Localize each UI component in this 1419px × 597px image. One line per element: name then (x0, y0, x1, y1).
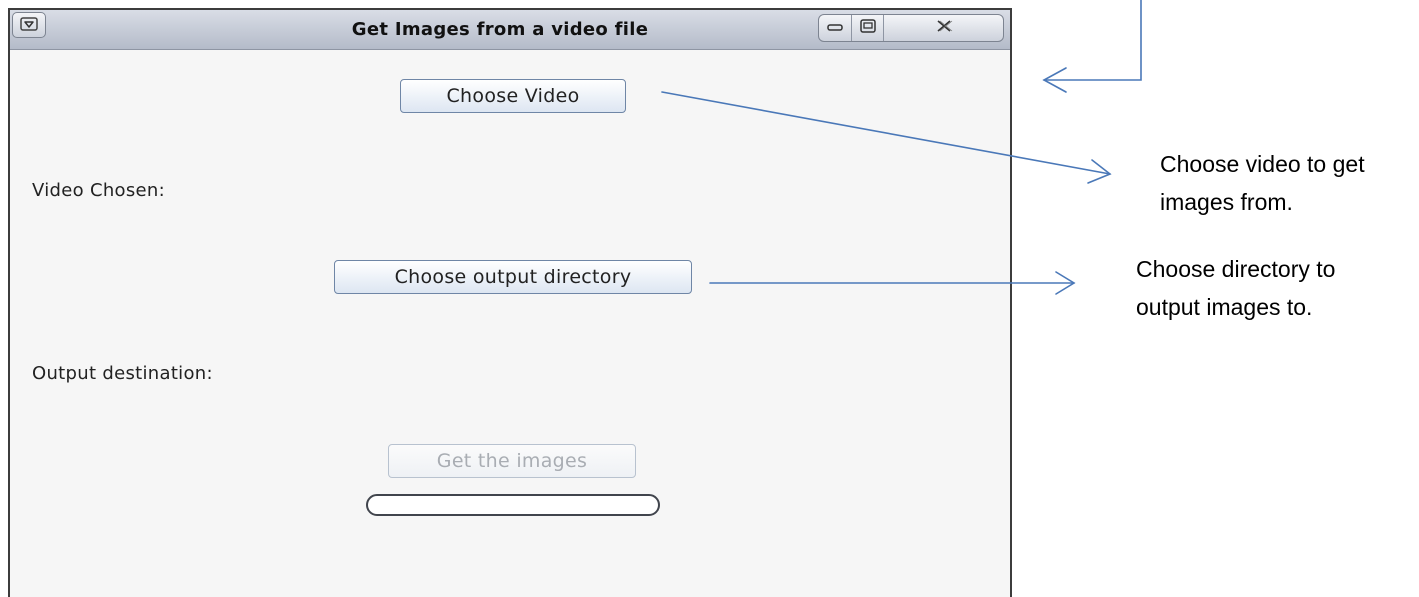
window-controls (818, 14, 1004, 42)
close-button[interactable] (883, 15, 1003, 41)
choose-video-arrowhead (1087, 159, 1112, 184)
get-images-button[interactable]: Get the images (388, 444, 636, 478)
minimize-button[interactable] (819, 15, 851, 41)
video-chosen-label: Video Chosen: (32, 180, 165, 201)
annotation-choose-video-line2: images from. (1160, 189, 1293, 215)
app-window: Get Images from a video file Choose Vide… (8, 8, 1012, 597)
bracket-arrowhead (1042, 67, 1067, 93)
annotation-choose-output-line1: Choose directory to (1136, 256, 1336, 282)
minimize-icon (826, 19, 844, 38)
output-destination-label: Output destination: (32, 363, 213, 384)
choose-video-button[interactable]: Choose Video (400, 79, 626, 113)
maximize-icon (859, 18, 877, 38)
bracket-arrow (1043, 0, 1142, 81)
close-icon (933, 18, 955, 38)
page: Get Images from a video file Choose Vide… (0, 0, 1419, 597)
title-bar[interactable]: Get Images from a video file (10, 10, 1010, 50)
annotation-choose-output-line2: output images to. (1136, 294, 1313, 320)
choose-output-arrowhead (1055, 271, 1076, 295)
maximize-button[interactable] (851, 15, 883, 41)
progress-bar (366, 494, 660, 516)
annotation-choose-video-line1: Choose video to get (1160, 151, 1365, 177)
choose-output-directory-button[interactable]: Choose output directory (334, 260, 692, 294)
